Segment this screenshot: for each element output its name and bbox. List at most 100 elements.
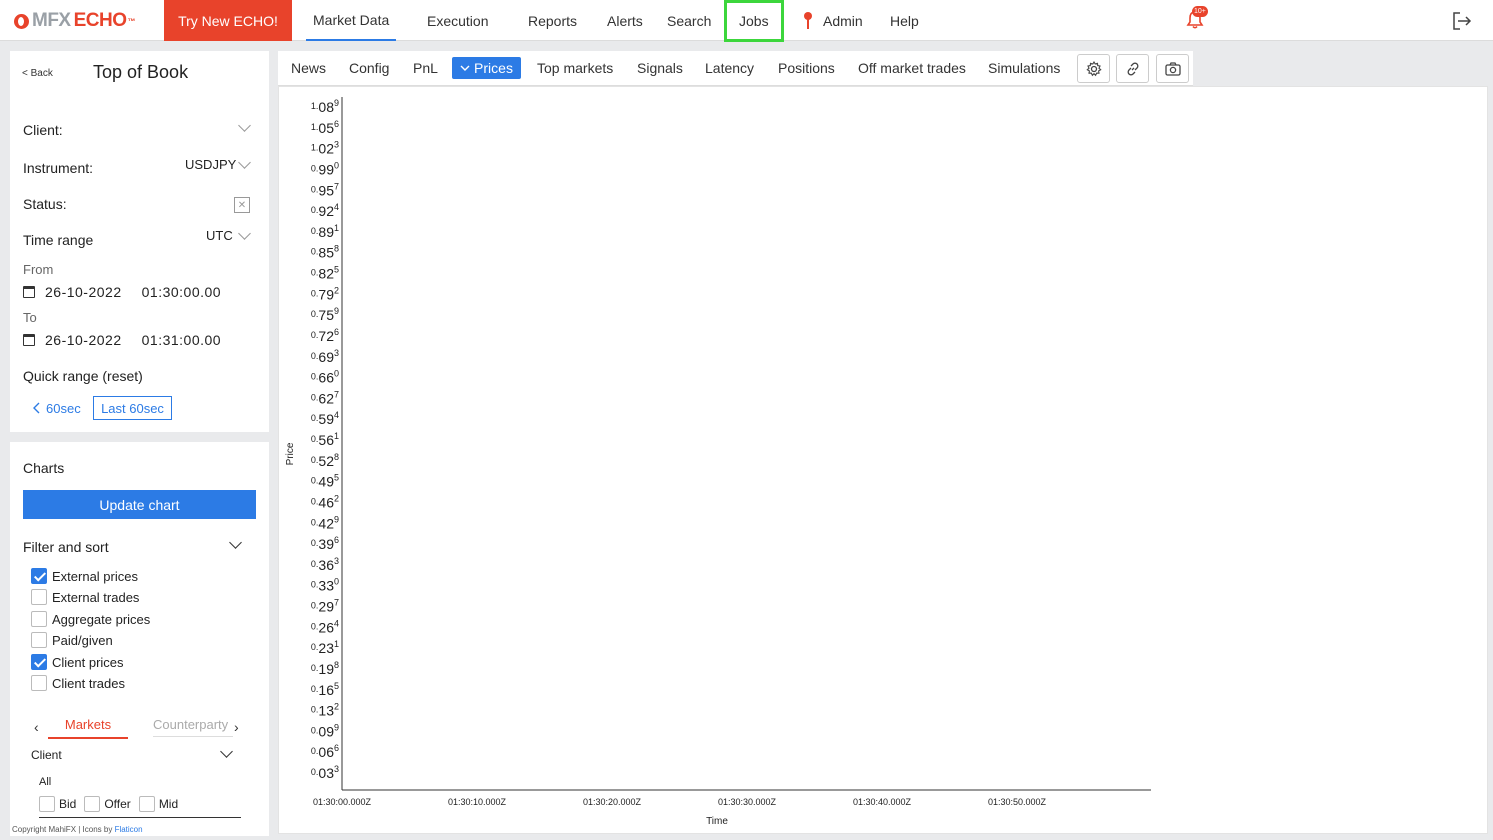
mid-checkbox[interactable] [138,796,155,812]
update-chart-button[interactable]: Update chart [23,490,256,519]
tab-markets[interactable]: Markets [48,717,128,739]
filter-paid-given[interactable]: Paid/given [31,631,113,649]
filter-label: External prices [52,568,138,584]
y-tick-label: 1.089 [311,98,339,115]
tab-news[interactable]: News [291,60,326,76]
to-date[interactable]: 26-10-2022 [45,332,122,348]
tab-prev-chevron-icon[interactable]: ‹ [34,719,39,735]
x-tick-label: 01:30:10.000Z [448,797,507,807]
screenshot-button[interactable] [1156,54,1189,83]
tab-pnl[interactable]: PnL [413,60,438,76]
previous-60sec-button[interactable]: 60sec [32,396,81,420]
to-time[interactable]: 01:31:00.00 [142,332,221,348]
filter-label: Client trades [52,675,125,691]
tab-simulations[interactable]: Simulations [988,60,1060,76]
tab-latency[interactable]: Latency [705,60,754,76]
timezone-dropdown-chevron-icon[interactable] [238,227,251,240]
logo-trademark: ™ [127,16,136,26]
checkbox[interactable] [31,589,47,605]
client-dropdown-chevron-icon[interactable] [238,119,251,132]
nav-alerts[interactable]: Alerts [607,0,643,41]
instrument-value[interactable]: USDJPY [185,157,236,172]
instrument-label: Instrument: [23,160,94,176]
checkbox-checked[interactable] [31,568,47,584]
back-label: Back [30,68,53,79]
nav-execution[interactable]: Execution [427,0,488,41]
status-clear-icon[interactable]: ✕ [234,197,250,213]
divider [39,817,241,818]
x-tick-label: 01:30:00.000Z [313,797,372,807]
x-axis-label: Time [706,816,728,827]
y-tick-label: 0.132 [311,702,339,719]
all-label: All [39,776,52,788]
nav-jobs[interactable]: Jobs [724,0,784,42]
tab-positions[interactable]: Positions [778,60,835,76]
y-tick-label: 1.056 [311,119,339,136]
client-label: Client: [23,122,63,138]
filter-sort-chevron-icon[interactable] [229,536,242,549]
y-tick-label: 0.066 [311,743,339,760]
flaticon-link[interactable]: Flaticon [115,825,143,834]
charts-label: Charts [23,460,65,476]
tab-config[interactable]: Config [349,60,389,76]
nav-help[interactable]: Help [890,0,919,41]
tab-top-markets[interactable]: Top markets [537,60,613,76]
y-tick-label: 0.726 [311,327,339,344]
y-tick-label: 0.693 [311,348,339,365]
filter-aggregate-prices[interactable]: Aggregate prices [31,610,150,628]
y-tick-label: 0.264 [311,618,339,635]
notifications-bell-icon[interactable]: 10+ [1186,6,1208,30]
tab-prices[interactable]: Prices [452,57,521,79]
filter-external-trades[interactable]: External trades [31,588,139,606]
filter-label: Aggregate prices [52,611,151,627]
chevron-down-icon [460,65,470,71]
checkbox[interactable] [31,632,47,648]
tab-next-chevron-icon[interactable]: › [234,719,239,735]
tab-counterparty[interactable]: Counterparty [153,717,233,737]
try-new-echo-button[interactable]: Try New ECHO! [164,0,292,41]
last-60sec-button[interactable]: Last 60sec [93,396,172,420]
y-tick-label: 0.495 [311,473,339,490]
settings-button[interactable] [1077,54,1110,83]
filter-sort-label[interactable]: Filter and sort [23,539,109,555]
tab-signals[interactable]: Signals [637,60,683,76]
nav-admin[interactable]: Admin [803,0,863,41]
logout-icon[interactable] [1452,11,1472,31]
offer-checkbox[interactable] [84,796,101,812]
to-datetime[interactable]: 26-10-2022 01:31:00.00 [23,332,221,348]
tab-prices-label: Prices [474,60,513,76]
checkbox[interactable] [31,611,47,627]
client-section-chevron-icon[interactable] [220,745,233,758]
filter-external-prices[interactable]: External prices [31,567,138,585]
copy-link-button[interactable] [1116,54,1149,83]
nav-market-data[interactable]: Market Data [306,0,397,41]
filter-label: Client prices [52,654,124,670]
back-button[interactable]: < Back [22,68,53,79]
time-zone-value[interactable]: UTC [206,228,233,243]
y-tick-label: 0.165 [311,681,339,698]
instrument-dropdown-chevron-icon[interactable] [238,156,251,169]
from-datetime[interactable]: 26-10-2022 01:30:00.00 [23,284,221,300]
y-axis-label: Price [285,442,296,465]
bid-checkbox[interactable] [39,796,55,812]
checkbox[interactable] [31,675,47,691]
nav-search[interactable]: Search [667,0,711,41]
checkbox-checked[interactable] [31,654,47,670]
tab-off-market-trades[interactable]: Off market trades [858,60,966,76]
from-date[interactable]: 26-10-2022 [45,284,122,300]
mfx-echo-logo[interactable]: MFX ECHO ™ [14,9,135,33]
filter-client-trades[interactable]: Client trades [31,674,125,692]
price-chart-area[interactable]: 1.089 1.056 1.023 0.990 0.957 0.924 0.891 0.858… [278,86,1488,834]
logo-echo-text: ECHO [73,10,127,31]
from-label: From [23,262,54,277]
y-tick-label: 0.825 [311,265,339,282]
camera-icon [1164,61,1181,76]
nav-reports[interactable]: Reports [528,0,577,41]
filter-client-prices[interactable]: Client prices [31,653,124,671]
bid-label: Bid [59,797,77,811]
from-time[interactable]: 01:30:00.00 [142,284,221,300]
filter-label: External trades [52,589,140,605]
y-tick-label: 0.528 [311,452,339,469]
time-range-label: Time range [23,232,94,248]
y-tick-label: 0.429 [311,514,339,531]
